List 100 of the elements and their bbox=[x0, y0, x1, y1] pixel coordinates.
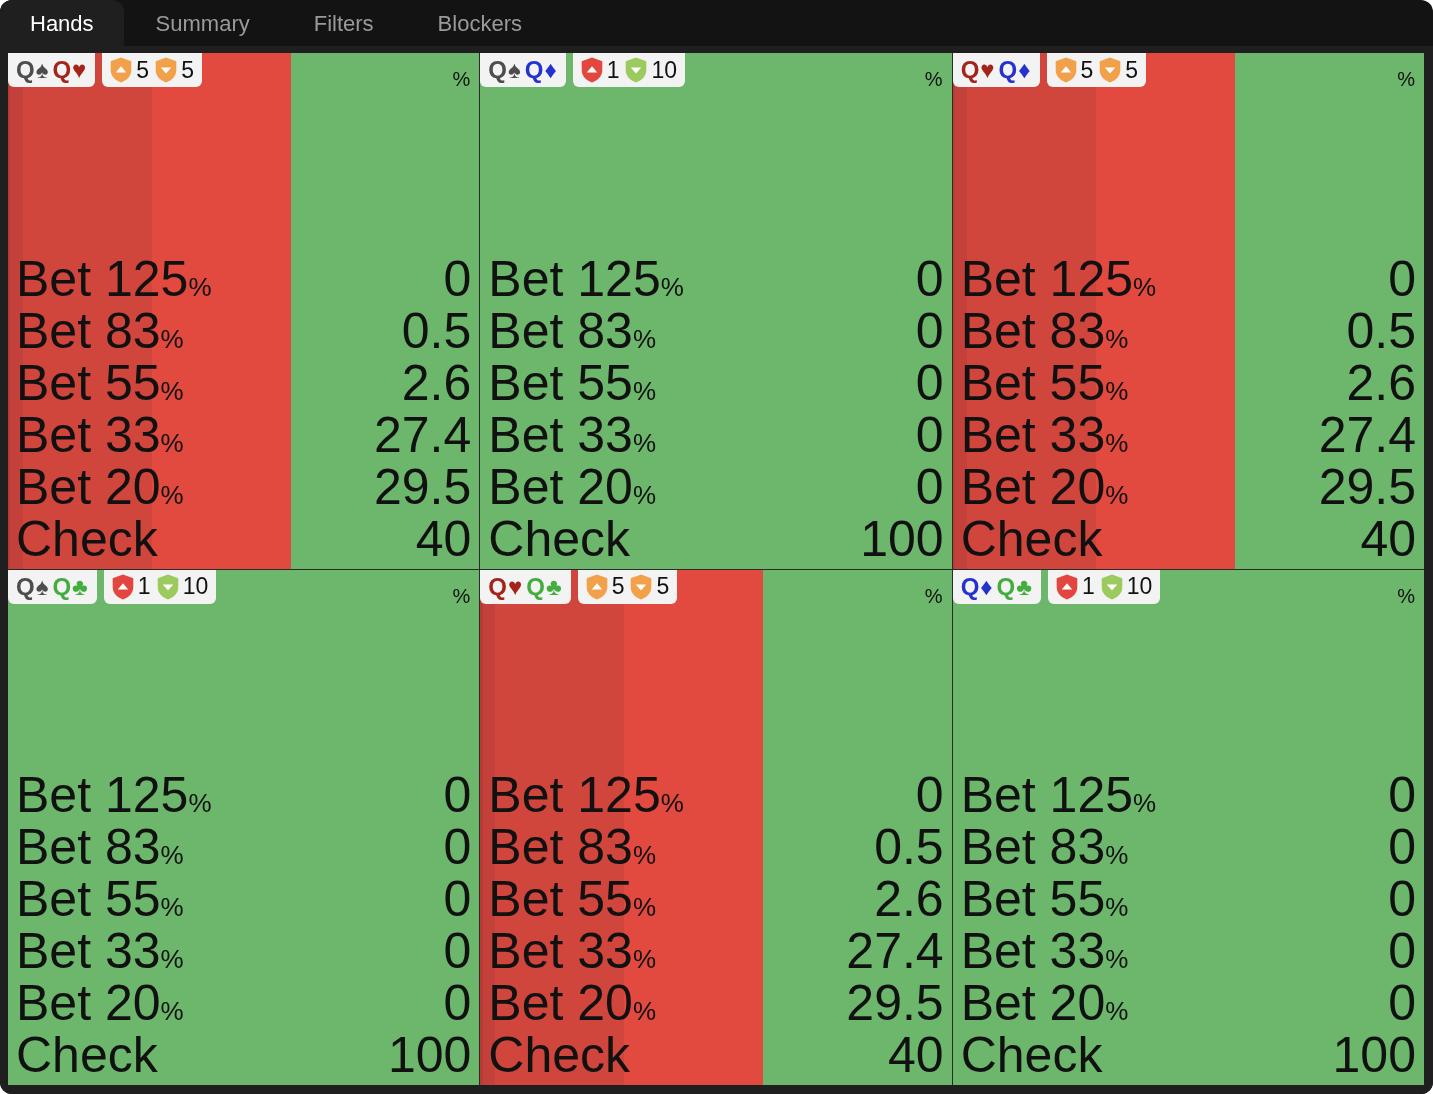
tab[interactable]: Summary bbox=[123, 0, 282, 46]
action-label: Bet 33% bbox=[16, 408, 184, 461]
action-value: 0 bbox=[1388, 925, 1416, 977]
action-label: Bet 125% bbox=[488, 252, 684, 305]
action-label: Check bbox=[488, 1029, 631, 1081]
blocker-count: 10 bbox=[1126, 575, 1153, 598]
action-value: 0 bbox=[915, 356, 944, 409]
card-label: Q♥ bbox=[960, 58, 996, 82]
action-value: 100 bbox=[387, 1029, 472, 1081]
action-value: 0 bbox=[443, 252, 472, 305]
action-value: 2.6 bbox=[1346, 356, 1416, 409]
action-value: 0.5 bbox=[1346, 304, 1416, 357]
action-value: 2.6 bbox=[874, 873, 944, 925]
action-label: Bet 20% bbox=[16, 977, 184, 1029]
action-value: 27.4 bbox=[374, 408, 472, 461]
action-label: Bet 20% bbox=[488, 460, 656, 513]
action-label: Check bbox=[16, 512, 158, 565]
action-label: Bet 20% bbox=[488, 977, 656, 1029]
card-label: Q♥ bbox=[52, 58, 88, 82]
action-label: Bet 55% bbox=[960, 356, 1129, 409]
action-value: 100 bbox=[860, 512, 944, 565]
card-label: Q♠ bbox=[16, 58, 50, 82]
action-label: Bet 125% bbox=[488, 769, 684, 821]
tab[interactable]: Blockers bbox=[405, 0, 554, 46]
unit-label: % bbox=[1397, 585, 1415, 606]
action-label: Bet 20% bbox=[16, 460, 184, 513]
action-label: Bet 55% bbox=[16, 873, 184, 925]
action-label: Bet 83% bbox=[16, 304, 184, 357]
tab[interactable]: Filters bbox=[281, 0, 406, 46]
action-label: Bet 55% bbox=[488, 873, 656, 925]
card-label: Q♣ bbox=[526, 574, 563, 599]
action-value: 2.6 bbox=[401, 356, 472, 409]
action-label: Bet 125% bbox=[16, 769, 212, 821]
action-label: Bet 20% bbox=[960, 460, 1129, 513]
blocker-count: 1 bbox=[137, 575, 151, 598]
action-label: Bet 33% bbox=[488, 408, 656, 461]
action-label: Bet 83% bbox=[488, 304, 656, 357]
card-label: Q♦ bbox=[524, 58, 558, 82]
action-value: 40 bbox=[415, 512, 472, 565]
blocker-count: 5 bbox=[181, 58, 194, 82]
card-label: Q♦ bbox=[998, 58, 1032, 82]
card-label: Q♥ bbox=[488, 574, 524, 599]
unit-label: % bbox=[452, 585, 471, 606]
action-value: 0 bbox=[1388, 821, 1416, 873]
action-label: Bet 55% bbox=[488, 356, 656, 409]
blocker-count: 5 bbox=[1080, 58, 1094, 82]
action-value: 0 bbox=[443, 769, 472, 821]
action-value: 40 bbox=[888, 1029, 944, 1081]
action-label: Bet 125% bbox=[960, 769, 1157, 821]
blocker-count: 10 bbox=[182, 575, 209, 598]
card-label: Q♦ bbox=[960, 574, 994, 599]
action-value: 29.5 bbox=[1318, 460, 1416, 513]
action-label: Bet 33% bbox=[488, 925, 656, 977]
tab[interactable]: Hands bbox=[0, 0, 124, 46]
action-label: Check bbox=[16, 1029, 158, 1081]
action-value: 0.5 bbox=[401, 304, 472, 357]
action-value: 27.4 bbox=[846, 925, 944, 977]
action-label: Bet 20% bbox=[960, 977, 1129, 1029]
action-value: 0 bbox=[1388, 873, 1416, 925]
blocker-count: 1 bbox=[1082, 575, 1095, 598]
action-label: Bet 55% bbox=[960, 873, 1129, 925]
action-value: 29.5 bbox=[374, 460, 472, 513]
action-label: Bet 33% bbox=[960, 408, 1129, 461]
action-label: Bet 83% bbox=[16, 821, 184, 873]
action-label: Bet 83% bbox=[960, 821, 1129, 873]
blocker-count: 5 bbox=[611, 575, 625, 598]
action-label: Bet 55% bbox=[16, 356, 184, 409]
unit-label: % bbox=[924, 585, 943, 606]
action-value: 0 bbox=[443, 873, 472, 925]
action-value: 40 bbox=[1360, 512, 1416, 565]
blocker-count: 10 bbox=[651, 58, 678, 82]
action-value: 0 bbox=[915, 769, 944, 821]
action-label: Bet 83% bbox=[960, 304, 1129, 357]
blocker-count: 5 bbox=[136, 58, 150, 82]
action-value: 27.4 bbox=[1318, 408, 1416, 461]
blocker-count: 5 bbox=[656, 575, 670, 598]
action-value: 0 bbox=[443, 821, 472, 873]
action-value: 0 bbox=[1388, 769, 1416, 821]
action-value: 100 bbox=[1332, 1029, 1416, 1081]
card-label: Q♠ bbox=[488, 58, 522, 82]
action-value: 0 bbox=[1388, 252, 1416, 305]
action-value: 29.5 bbox=[846, 977, 944, 1029]
action-label: Bet 33% bbox=[960, 925, 1129, 977]
unit-label: % bbox=[924, 69, 943, 89]
action-value: 0.5 bbox=[874, 821, 944, 873]
action-value: 0 bbox=[915, 304, 944, 357]
blocker-count: 5 bbox=[1125, 58, 1139, 82]
action-value: 0 bbox=[1388, 977, 1416, 1029]
action-value: 0 bbox=[915, 408, 944, 461]
blocker-count: 1 bbox=[606, 58, 620, 82]
action-value: 0 bbox=[443, 925, 472, 977]
card-label: Q♣ bbox=[52, 574, 89, 599]
unit-label: % bbox=[452, 69, 471, 89]
action-label: Check bbox=[960, 1029, 1103, 1081]
unit-label: % bbox=[1397, 69, 1415, 89]
action-label: Check bbox=[960, 512, 1103, 565]
action-label: Bet 125% bbox=[16, 252, 212, 305]
action-label: Bet 33% bbox=[16, 925, 184, 977]
action-value: 0 bbox=[915, 252, 944, 305]
card-label: Q♣ bbox=[996, 574, 1033, 599]
